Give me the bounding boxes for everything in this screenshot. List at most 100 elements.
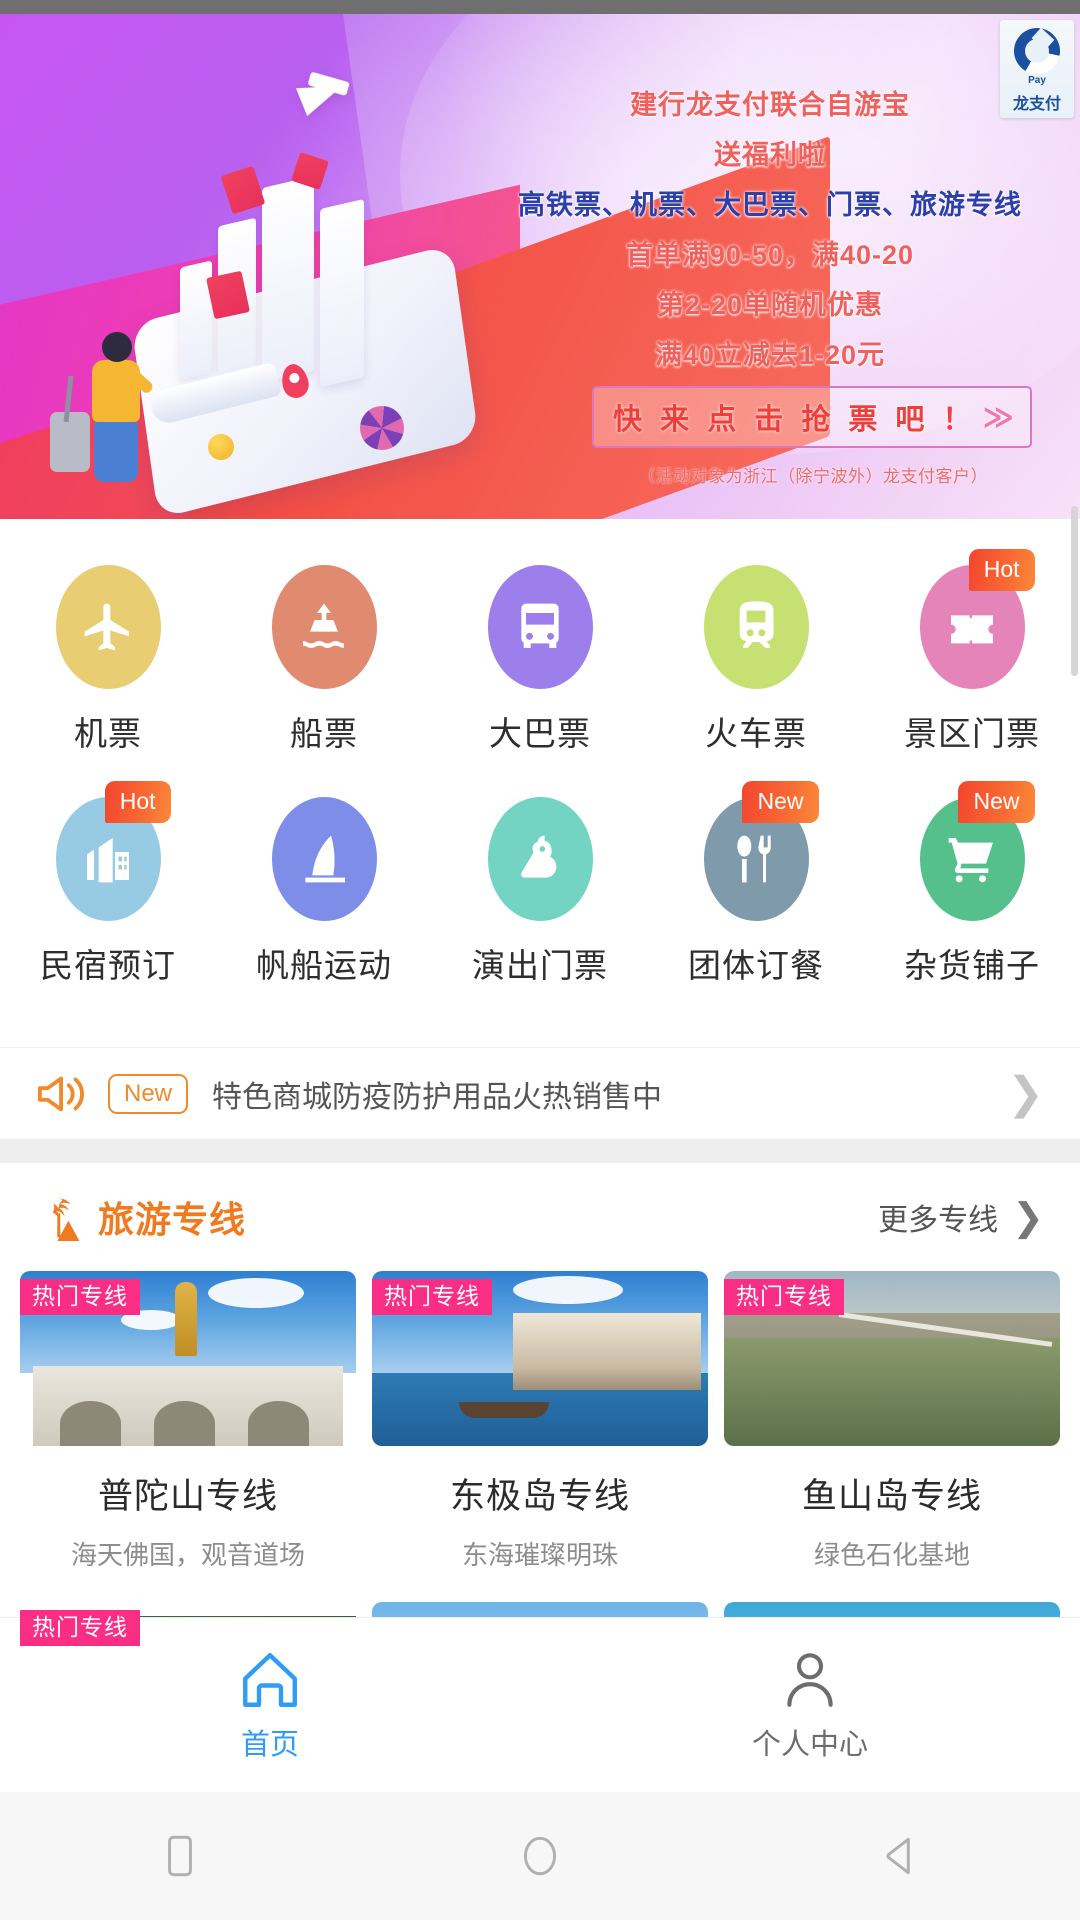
traveler-legs — [94, 420, 138, 482]
person-icon — [787, 1653, 833, 1707]
homestay-bubble: Hot — [55, 781, 171, 921]
cart-icon — [948, 838, 993, 883]
announcement-text: 特色商城防疫防护用品火热销售中 — [212, 1080, 663, 1114]
service-grid: 机票 船票 大巴票 火车票 Hot 景区门票 Hot 民宿预订 帆船运动 演出门… — [0, 519, 1080, 1047]
service-label: 火车票 — [705, 715, 807, 752]
more-routes-link[interactable]: 更多专线 ❯ — [878, 1195, 1044, 1240]
tour-title: 普陀山专线 — [97, 1477, 278, 1516]
chevron-right-icon[interactable]: ❯ — [1007, 1071, 1044, 1116]
tour-thumbnail: 热门专线 — [20, 1271, 356, 1446]
service-label: 民宿预订 — [40, 947, 176, 984]
green-island — [724, 1337, 1060, 1446]
service-label: 杂货铺子 — [904, 947, 1040, 984]
traveler-illustration — [50, 324, 168, 484]
service-item-flight[interactable]: 机票 — [20, 565, 196, 755]
logo-pay-text: Pay — [1028, 75, 1046, 86]
ticket-icon — [951, 615, 993, 644]
service-label: 帆船运动 — [256, 947, 392, 984]
tour-thumbnail: 热门专线 — [372, 1271, 708, 1446]
homestay-icon — [87, 838, 129, 883]
double-chevron-icon: ≫ — [982, 400, 1014, 434]
tour-card[interactable]: 热门专线 普陀山专线 海天佛国，观音道场 — [20, 1271, 356, 1572]
banner-copy: 建行龙支付联合自游宝 送福利啦 高铁票、机票、大巴票、门票、旅游专线 首单满90… — [500, 92, 1040, 392]
ferry-bubble — [271, 565, 377, 689]
bottom-tab-bar: 首页 个人中心 — [0, 1617, 1080, 1792]
hillside-town — [513, 1313, 702, 1390]
fishing-boat — [459, 1402, 550, 1418]
app-screen: 建行龙支付联合自游宝 送福利啦 高铁票、机票、大巴票、门票、旅游专线 首单满90… — [0, 0, 1080, 1920]
tour-title: 鱼山岛专线 — [801, 1477, 982, 1516]
android-nav-bar — [0, 1792, 1080, 1920]
cloud — [208, 1278, 305, 1308]
service-label: 船票 — [290, 715, 358, 752]
chevron-right-icon: ❯ — [1012, 1196, 1044, 1239]
grab-ticket-button[interactable]: 快 来 点 击 抢 票 吧 ！ ≫ — [592, 386, 1032, 448]
performance-icon — [521, 835, 557, 878]
hot-badge: Hot — [968, 549, 1035, 591]
service-item-homestay[interactable]: Hot 民宿预订 — [20, 781, 196, 987]
cta-label: 快 来 点 击 抢 票 吧 ！ — [613, 404, 977, 436]
home-circle-icon[interactable] — [515, 1831, 565, 1881]
red-accent-1 — [220, 165, 266, 215]
traveler-head — [102, 332, 132, 362]
service-item-attraction-ticket[interactable]: Hot 景区门票 — [884, 549, 1060, 755]
service-item-ferry[interactable]: 船票 — [236, 565, 412, 755]
tour-thumbnail: 热门专线 — [724, 1271, 1060, 1446]
arch — [154, 1400, 215, 1446]
service-item-bus[interactable]: 大巴票 — [452, 565, 628, 755]
sailboat-icon — [305, 835, 345, 883]
service-label: 大巴票 — [489, 715, 591, 752]
train-bubble — [703, 565, 809, 689]
arch — [60, 1400, 121, 1446]
dining-bubble: New — [703, 781, 819, 921]
service-item-performance[interactable]: 演出门票 — [452, 797, 628, 987]
hot-route-tag: 热门专线 — [724, 1279, 844, 1315]
hot-route-tag: 热门专线 — [20, 1610, 140, 1646]
bus-bubble — [487, 565, 593, 689]
train-icon — [739, 601, 774, 648]
banner-line-5: 第2-20单随机优惠 — [656, 290, 884, 320]
service-label: 演出门票 — [472, 947, 608, 984]
hot-route-tag: 热门专线 — [372, 1279, 492, 1315]
more-routes-label: 更多专线 — [878, 1204, 999, 1237]
scroll-indicator[interactable] — [1071, 506, 1078, 676]
recents-square-icon[interactable] — [155, 1831, 205, 1881]
guanyin-statue — [174, 1281, 197, 1356]
tab-profile[interactable]: 个人中心 — [540, 1618, 1080, 1792]
tour-subtitle: 绿色石化基地 — [813, 1540, 970, 1570]
service-item-train[interactable]: 火车票 — [668, 565, 844, 755]
back-triangle-icon[interactable] — [875, 1831, 925, 1881]
service-label: 团体订餐 — [688, 947, 824, 984]
yellow-dot-decor — [208, 434, 234, 460]
luggage — [50, 412, 90, 472]
tour-subtitle: 海天佛国，观音道场 — [70, 1540, 305, 1570]
service-grid-row-2: Hot 民宿预订 帆船运动 演出门票 New 团体订餐 New 杂货铺子 — [0, 781, 1080, 987]
banner-line-3: 高铁票、机票、大巴票、门票、旅游专线 — [518, 190, 1022, 220]
home-icon — [243, 1653, 297, 1707]
service-item-group-dining[interactable]: New 团体订餐 — [668, 781, 844, 987]
tour-subtitle: 东海璀璨明珠 — [461, 1540, 618, 1570]
tour-card[interactable]: 热门专线 东极岛专线 东海璀璨明珠 — [372, 1271, 708, 1572]
tab-label: 首页 — [240, 1729, 299, 1761]
section-divider — [0, 1139, 1080, 1163]
banner-fine-print: （活动对象为浙江（除宁波外）龙支付客户） — [638, 467, 988, 486]
tour-section-header: 旅游专线 更多专线 ❯ — [0, 1163, 1080, 1271]
performance-bubble — [487, 797, 593, 921]
banner-line-4: 首单满90-50，满40-20 — [625, 240, 915, 270]
service-item-sailing[interactable]: 帆船运动 — [236, 797, 412, 987]
new-badge: New — [742, 781, 819, 823]
bus-icon — [521, 603, 559, 648]
ccb-longpay-logo: Pay 龙支付 — [1000, 20, 1074, 118]
striped-ball-decor — [360, 406, 404, 450]
service-item-grocery[interactable]: New 杂货铺子 — [884, 781, 1060, 987]
tour-cards-row-1: 热门专线 普陀山专线 海天佛国，观音道场 热门专线 东极岛专线 东海璀璨明珠 热… — [0, 1271, 1080, 1572]
tour-card[interactable]: 热门专线 鱼山岛专线 绿色石化基地 — [724, 1271, 1060, 1572]
announcement-bar[interactable]: New 特色商城防疫防护用品火热销售中 ❯ — [0, 1047, 1080, 1139]
section-title: 旅游专线 — [98, 1199, 247, 1240]
new-badge: New — [958, 781, 1035, 823]
promo-banner[interactable]: 建行龙支付联合自游宝 送福利啦 高铁票、机票、大巴票、门票、旅游专线 首单满90… — [0, 14, 1080, 519]
status-bar — [0, 0, 1080, 14]
service-grid-row-1: 机票 船票 大巴票 火车票 Hot 景区门票 — [0, 549, 1080, 755]
airplane-icon — [84, 603, 129, 651]
dining-icon — [737, 835, 771, 883]
